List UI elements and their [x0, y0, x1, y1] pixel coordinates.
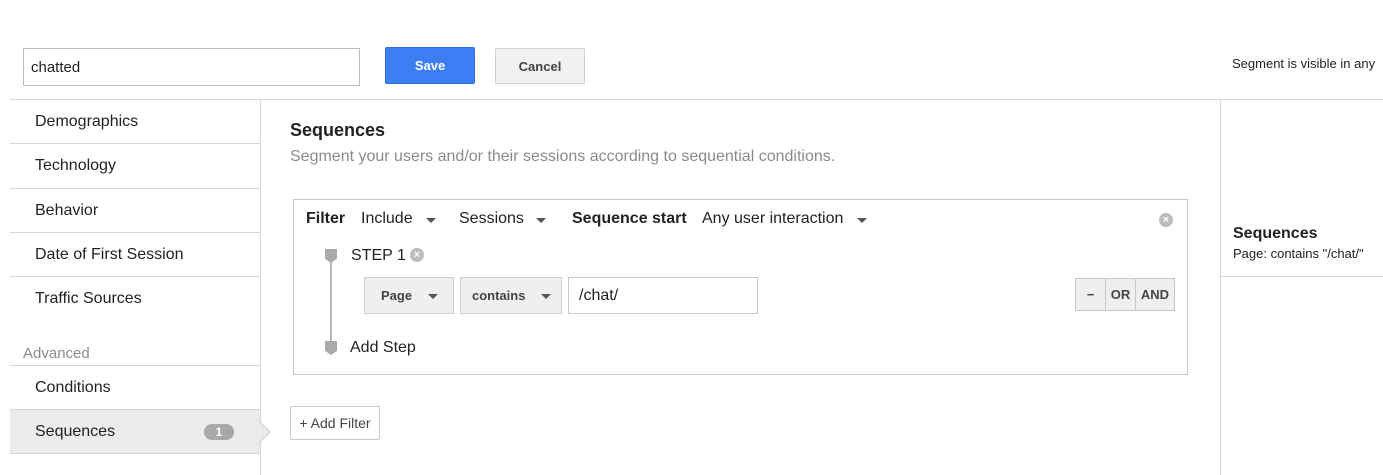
summary-detail: Page: contains "/chat/" [1233, 246, 1364, 261]
sequence-start-dropdown[interactable]: Any user interaction [702, 210, 843, 228]
add-filter-button[interactable]: + Add Filter [290, 406, 380, 440]
segment-name-input[interactable] [23, 48, 360, 86]
condition-value-input[interactable] [568, 277, 758, 314]
segment-visibility-text: Segment is visible in any [1232, 56, 1376, 71]
sidebar-item-label: Conditions [35, 378, 111, 396]
scope-dropdown[interactable]: Sessions [459, 210, 524, 228]
sidebar-item-demographics[interactable]: Demographics [10, 100, 260, 144]
chevron-down-icon [536, 218, 546, 223]
filter-label: Filter [306, 210, 346, 227]
summary-divider [1220, 100, 1221, 475]
chevron-down-icon [857, 218, 867, 223]
or-button[interactable]: OR [1106, 279, 1136, 310]
sidebar-item-behavior[interactable]: Behavior [10, 189, 260, 233]
dimension-value: Page [381, 288, 413, 303]
condition-logic-buttons: − OR AND [1075, 278, 1175, 311]
sidebar-item-label: Behavior [35, 201, 99, 219]
page-title: Sequences [290, 120, 386, 140]
page-subtitle: Segment your users and/or their sessions… [290, 148, 836, 165]
active-pointer-fill [258, 421, 269, 443]
sidebar-item-label: Traffic Sources [35, 290, 142, 307]
step-connector [330, 262, 332, 346]
and-button[interactable]: AND [1136, 279, 1174, 310]
sidebar-item-label: Demographics [35, 112, 139, 130]
include-dropdown[interactable]: Include [361, 210, 413, 228]
sidebar-item-date-of-first-session[interactable]: Date of First Session [10, 233, 260, 277]
remove-step-icon[interactable]: × [410, 248, 424, 262]
sidebar-item-traffic-sources[interactable]: Traffic Sources [10, 277, 260, 321]
cancel-button[interactable]: Cancel [495, 48, 585, 84]
sidebar-divider [260, 100, 261, 475]
chevron-down-icon [541, 294, 551, 299]
sequence-start-label: Sequence start [572, 210, 687, 227]
sidebar-item-conditions[interactable]: Conditions [10, 366, 260, 410]
count-badge: 1 [204, 424, 234, 440]
chevron-down-icon [426, 218, 436, 223]
remove-condition-button[interactable]: − [1076, 279, 1106, 310]
summary-divider-line [1221, 276, 1383, 277]
chevron-down-icon [428, 294, 438, 299]
dimension-dropdown[interactable]: Page [364, 277, 454, 314]
sidebar-item-label: Date of First Session [35, 245, 184, 263]
sidebar-section-advanced: Advanced [23, 345, 90, 362]
sidebar-item-label: Technology [35, 157, 116, 174]
save-button[interactable]: Save [385, 47, 475, 84]
sidebar-item-sequences[interactable]: Sequences 1 [10, 410, 260, 454]
operator-value: contains [472, 288, 526, 303]
remove-filter-icon[interactable]: × [1159, 213, 1173, 227]
summary-title: Sequences [1233, 225, 1318, 242]
step-label: STEP 1 [351, 247, 406, 264]
sidebar-item-technology[interactable]: Technology [10, 144, 260, 189]
add-step-button[interactable]: Add Step [350, 339, 416, 357]
sidebar-item-label: Sequences [35, 422, 116, 440]
